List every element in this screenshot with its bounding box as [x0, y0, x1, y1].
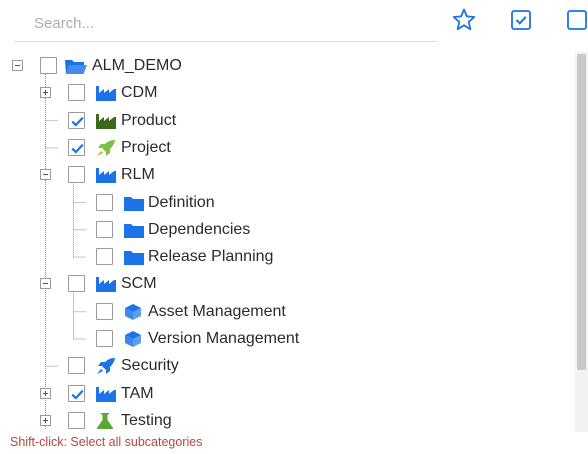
shift-click-hint: Shift-click: Select all subcategories: [10, 435, 203, 449]
tree-node-release-planning[interactable]: Release Planning: [0, 246, 560, 268]
tree-node-definition[interactable]: Definition: [0, 192, 560, 214]
tree-node-product[interactable]: Product: [0, 110, 560, 132]
checkbox-rlm[interactable]: [68, 166, 85, 184]
factory-icon: [95, 112, 117, 130]
collapse-icon[interactable]: [40, 278, 51, 290]
checkbox-security[interactable]: [68, 357, 85, 375]
folder-icon: [123, 221, 145, 239]
expand-icon[interactable]: [40, 387, 51, 399]
tree-node-alm-demo[interactable]: ALM_DEMO: [0, 55, 560, 77]
tree-node-label: CDM: [121, 84, 158, 102]
checkbox-testing[interactable]: [68, 411, 85, 429]
cube-icon: [123, 330, 145, 348]
tree-node-testing[interactable]: Testing: [0, 410, 560, 432]
rocket-icon: [95, 357, 117, 375]
checkbox-tam[interactable]: [68, 384, 85, 402]
cube-icon: [123, 303, 145, 321]
checkbox-definition[interactable]: [96, 193, 113, 211]
checkbox-alm-demo[interactable]: [40, 57, 57, 74]
tree-node-version-management[interactable]: Version Management: [0, 328, 560, 350]
collapse-icon[interactable]: [12, 60, 23, 71]
tree-node-label: Definition: [148, 193, 215, 211]
checkbox-version-management[interactable]: [96, 330, 113, 347]
tree-node-label: Project: [121, 138, 171, 156]
expand-icon[interactable]: [40, 414, 51, 426]
tree-node-asset-management[interactable]: Asset Management: [0, 301, 560, 323]
flask-icon: [95, 412, 117, 430]
tree-node-label: Asset Management: [148, 302, 286, 320]
rocket-icon: [95, 139, 117, 157]
checkbox-project[interactable]: [68, 138, 85, 156]
scrollbar-thumb[interactable]: [577, 54, 586, 370]
collapse-icon[interactable]: [40, 169, 51, 181]
factory-icon: [95, 385, 117, 403]
tree-node-label: Testing: [121, 411, 172, 429]
tree-node-label: Dependencies: [148, 220, 251, 238]
checkmark-icon: [71, 389, 84, 400]
expand-icon[interactable]: [40, 87, 51, 99]
tree-node-project[interactable]: Project: [0, 137, 560, 159]
tree-node-rlm[interactable]: RLM: [0, 164, 560, 186]
scrollbar[interactable]: [575, 52, 588, 432]
checkbox-asset-management[interactable]: [96, 302, 113, 320]
checkbox-cdm[interactable]: [68, 84, 85, 102]
tree-node-scm[interactable]: SCM: [0, 273, 560, 295]
checkmark-icon: [71, 143, 84, 154]
tree-node-tam[interactable]: TAM: [0, 383, 560, 405]
tree-node-label: SCM: [121, 275, 157, 293]
folder-icon: [123, 248, 145, 266]
tree-node-label: RLM: [121, 166, 155, 184]
tree-node-label: Product: [121, 111, 177, 129]
tree-node-label: Version Management: [148, 330, 300, 347]
tree-node-cdm[interactable]: CDM: [0, 82, 560, 104]
tree-node-label: Security: [121, 357, 179, 375]
checkmark-icon: [71, 116, 84, 127]
factory-icon: [95, 275, 117, 293]
checkbox-release-planning[interactable]: [96, 248, 113, 266]
checkbox-product[interactable]: [68, 111, 85, 129]
factory-icon: [95, 84, 117, 102]
factory-icon: [95, 166, 117, 184]
tree-node-dependencies[interactable]: Dependencies: [0, 219, 560, 241]
tree-node-security[interactable]: Security: [0, 355, 560, 377]
category-tree: ALM_DEMO CDM Product Project RLM Definition De…: [0, 0, 575, 432]
folder-icon: [123, 194, 145, 212]
tree-node-label: TAM: [121, 384, 154, 402]
tree-node-label: ALM_DEMO: [92, 57, 182, 74]
checkbox-dependencies[interactable]: [96, 220, 113, 238]
tree-node-label: Release Planning: [148, 248, 274, 266]
checkbox-scm[interactable]: [68, 275, 85, 293]
folder-open-icon: [64, 57, 87, 75]
